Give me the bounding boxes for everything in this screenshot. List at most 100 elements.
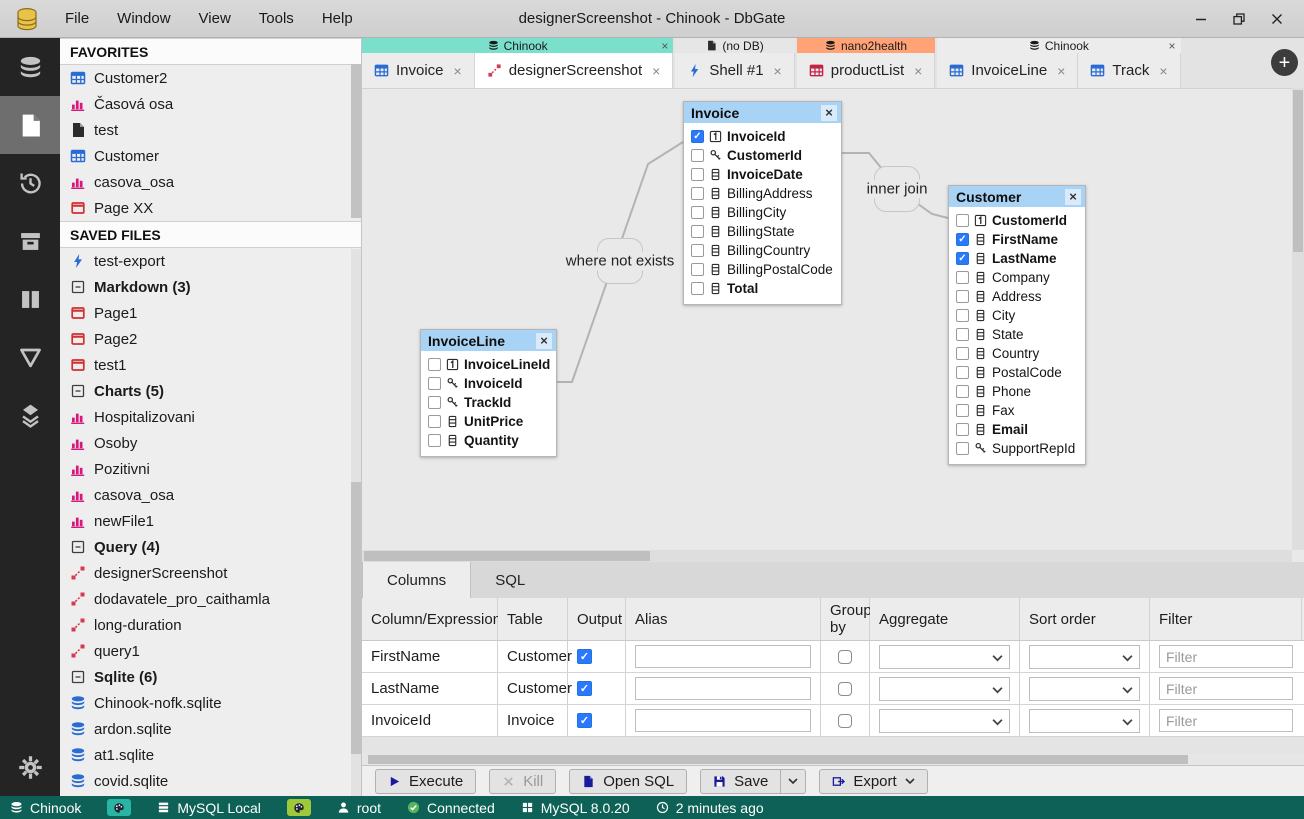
restore-button[interactable] <box>1220 0 1258 38</box>
file-item-customer2[interactable]: Customer2 <box>60 65 361 91</box>
tab-group-header[interactable]: Chinook× <box>937 38 1180 53</box>
close-group-icon[interactable]: × <box>1169 39 1176 53</box>
column-checkbox[interactable] <box>956 328 969 341</box>
designer-column-city[interactable]: City <box>949 306 1085 325</box>
column-checkbox[interactable] <box>956 404 969 417</box>
canvas-vscroll-track[interactable] <box>1292 88 1304 550</box>
designer-column-email[interactable]: Email <box>949 420 1085 439</box>
designer-column-billingcity[interactable]: BillingCity <box>684 203 841 222</box>
file-item-dodavatele-pro-caithamla[interactable]: dodavatele_pro_caithamla <box>60 586 361 612</box>
column-checkbox[interactable] <box>691 187 704 200</box>
canvas-hscroll-thumb[interactable] <box>364 551 650 561</box>
output-checkbox[interactable] <box>577 649 592 664</box>
designer-table-invoice[interactable]: Invoice×InvoiceIdCustomerIdInvoiceDateBi… <box>683 101 842 305</box>
designer-table-invoiceline[interactable]: InvoiceLine×InvoiceLineIdInvoiceIdTrackI… <box>420 329 557 457</box>
file-item-test-export[interactable]: test-export <box>60 248 361 274</box>
status-mysql-local[interactable]: MySQL Local <box>157 800 261 816</box>
designer-column-invoiceid[interactable]: InvoiceId <box>684 127 841 146</box>
column-checkbox[interactable] <box>956 252 969 265</box>
designer-column-address[interactable]: Address <box>949 287 1085 306</box>
column-checkbox[interactable] <box>956 347 969 360</box>
rail-item-files[interactable] <box>0 96 60 154</box>
designer-column-phone[interactable]: Phone <box>949 382 1085 401</box>
designer-table-header[interactable]: Customer× <box>949 186 1085 207</box>
sort-order-select[interactable] <box>1029 645 1140 669</box>
favorites-scrollbar[interactable] <box>351 64 361 218</box>
status-chinook[interactable]: Chinook <box>10 800 81 816</box>
rail-item-history[interactable] <box>0 154 60 212</box>
close-table-icon[interactable]: × <box>1065 189 1081 205</box>
designer-column-customerid[interactable]: CustomerId <box>949 211 1085 230</box>
close-table-icon[interactable]: × <box>536 333 552 349</box>
save-dropdown-button[interactable] <box>781 769 806 794</box>
designer-column-fax[interactable]: Fax <box>949 401 1085 420</box>
column-checkbox[interactable] <box>691 130 704 143</box>
column-checkbox[interactable] <box>428 396 441 409</box>
tab-invoice[interactable]: Invoice× <box>362 53 475 88</box>
alias-input[interactable] <box>635 709 811 732</box>
designer-column-lastname[interactable]: LastName <box>949 249 1085 268</box>
column-checkbox[interactable] <box>428 377 441 390</box>
sort-order-select[interactable] <box>1029 709 1140 733</box>
rail-item-databases[interactable] <box>0 38 60 96</box>
designer-column-total[interactable]: Total <box>684 279 841 298</box>
file-item-designerscreenshot[interactable]: designerScreenshot <box>60 560 361 586</box>
file-item-chinook-nofk-sqlite[interactable]: Chinook-nofk.sqlite <box>60 690 361 716</box>
file-item-osoby[interactable]: Osoby <box>60 430 361 456</box>
designer-column-invoicedate[interactable]: InvoiceDate <box>684 165 841 184</box>
filter-input[interactable] <box>1159 709 1293 732</box>
file-item-ardon-sqlite[interactable]: ardon.sqlite <box>60 716 361 742</box>
minimize-button[interactable] <box>1182 0 1220 38</box>
alias-input[interactable] <box>635 677 811 700</box>
tab-track[interactable]: Track× <box>1078 53 1180 88</box>
tab-group-header[interactable]: (no DB) <box>675 38 794 53</box>
tab-shell-1[interactable]: Shell #1× <box>675 53 794 88</box>
file-item-casova-osa[interactable]: casova_osa <box>60 482 361 508</box>
file-item-casova-osa[interactable]: casova_osa <box>60 169 361 195</box>
column-checkbox[interactable] <box>956 423 969 436</box>
designer-table-customer[interactable]: Customer×CustomerIdFirstNameLastNameComp… <box>948 185 1086 465</box>
column-checkbox[interactable] <box>956 214 969 227</box>
close-group-icon[interactable]: × <box>661 39 668 53</box>
output-checkbox[interactable] <box>577 681 592 696</box>
canvas-hscroll-track[interactable] <box>362 550 1292 562</box>
tab-productlist[interactable]: productList× <box>797 53 936 88</box>
column-checkbox[interactable] <box>691 282 704 295</box>
tab-group-header[interactable]: nano2health <box>797 38 936 53</box>
file-item-pozitivni[interactable]: Pozitivni <box>60 456 361 482</box>
column-checkbox[interactable] <box>956 442 969 455</box>
new-tab-button[interactable]: + <box>1271 49 1298 76</box>
file-group-query-4[interactable]: Query (4) <box>60 534 361 560</box>
file-item-page1[interactable]: Page1 <box>60 300 361 326</box>
file-item-page2[interactable]: Page2 <box>60 326 361 352</box>
open-sql-button[interactable]: Open SQL <box>569 769 687 794</box>
file-item-long-duration[interactable]: long-duration <box>60 612 361 638</box>
export-button[interactable]: Export <box>819 769 927 794</box>
aggregate-select[interactable] <box>879 709 1010 733</box>
close-table-icon[interactable]: × <box>821 105 837 121</box>
column-checkbox[interactable] <box>956 271 969 284</box>
designer-column-supportrepid[interactable]: SupportRepId <box>949 439 1085 458</box>
close-tab-icon[interactable]: × <box>914 63 922 79</box>
sort-order-select[interactable] <box>1029 677 1140 701</box>
close-tab-icon[interactable]: × <box>652 63 660 79</box>
file-item-page-xx[interactable]: Page XX <box>60 195 361 221</box>
kill-button[interactable]: Kill <box>489 769 556 794</box>
designer-column-unitprice[interactable]: UnitPrice <box>421 412 556 431</box>
designer-column-company[interactable]: Company <box>949 268 1085 287</box>
file-item-test1[interactable]: test1 <box>60 352 361 378</box>
groupby-checkbox[interactable] <box>838 650 852 664</box>
column-checkbox[interactable] <box>691 206 704 219</box>
panel-tab-columns[interactable]: Columns <box>362 562 471 598</box>
file-item-asov-osa[interactable]: Časová osa <box>60 91 361 117</box>
designer-canvas[interactable]: where not existsinner joinInvoice×Invoic… <box>362 88 1292 550</box>
close-window-button[interactable] <box>1258 0 1296 38</box>
file-item-query1[interactable]: query1 <box>60 638 361 664</box>
file-group-charts-5[interactable]: Charts (5) <box>60 378 361 404</box>
save-button[interactable]: Save <box>700 769 781 794</box>
column-checkbox[interactable] <box>956 233 969 246</box>
designer-table-header[interactable]: InvoiceLine× <box>421 330 556 351</box>
panel-tab-sql[interactable]: SQL <box>471 562 549 598</box>
grid-hscroll-track[interactable] <box>362 754 1304 765</box>
aggregate-select[interactable] <box>879 645 1010 669</box>
